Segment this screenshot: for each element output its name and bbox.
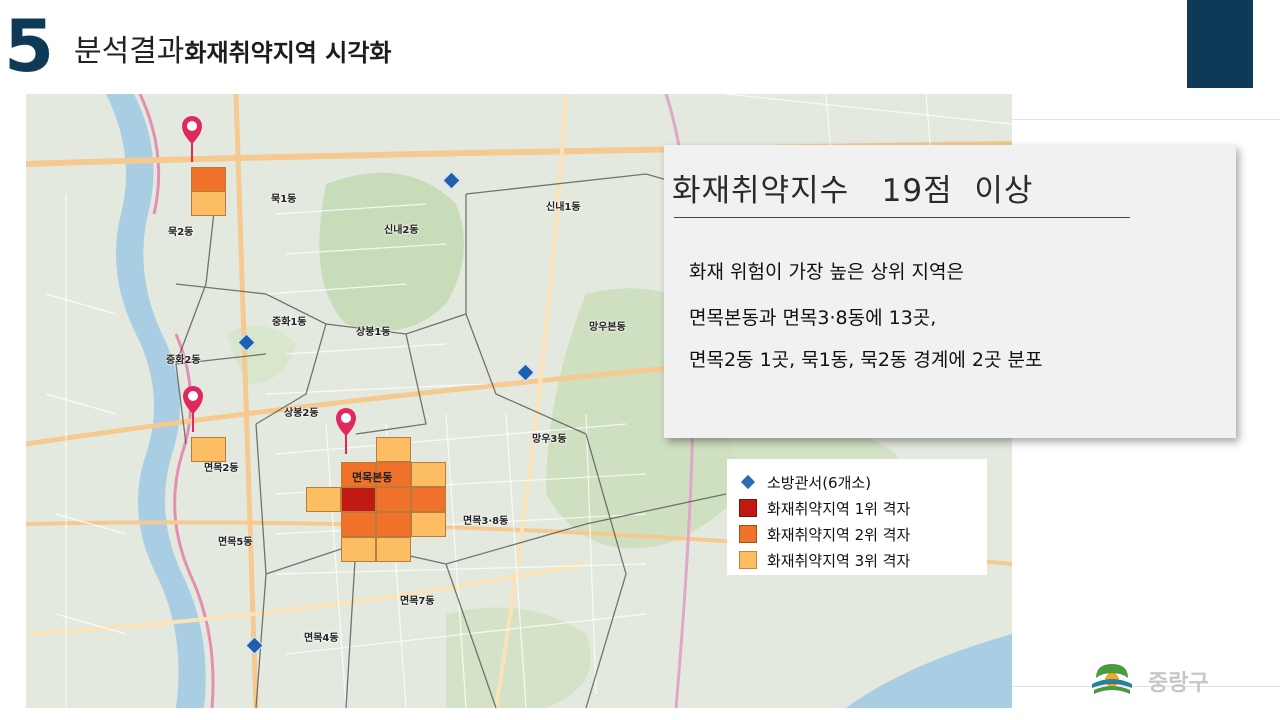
district-label: 중화2동 [166,355,201,366]
jungnang-gu-logo-icon [1092,664,1132,694]
grid-cell-rank3[interactable] [411,512,446,537]
district-label: 신내1동 [546,202,581,213]
legend-swatch-rank2 [739,525,757,543]
district-label: 상봉1동 [356,327,391,338]
corner-accent-block [1187,0,1253,88]
map-legend: 소방관서(6개소) 화재취약지역 1위 격자 화재취약지역 2위 격자 화재취약… [727,459,987,575]
info-box-line: 면목2동 1곳, 묵1동, 묵2동 경계에 2곳 분포 [689,349,1043,371]
district-label: 면목3·8동 [463,516,509,527]
grid-cell-rank3[interactable] [341,537,376,562]
divider-line-bottom [1012,686,1280,687]
district-label: 면목5동 [218,537,253,548]
grid-cell-rank3[interactable] [306,487,341,512]
legend-label: 소방관서(6개소) [767,473,872,492]
legend-swatch-rank3 [739,551,757,569]
legend-label: 화재취약지역 1위 격자 [767,499,911,518]
page-title: 분석결과화재취약지역 시각화 [74,26,391,70]
legend-label: 화재취약지역 3위 격자 [767,551,911,570]
legend-item-rank3: 화재취약지역 3위 격자 [739,547,975,573]
district-label: 면목4동 [304,633,339,644]
location-pin-icon[interactable] [181,384,205,432]
legend-item-fire-station: 소방관서(6개소) [739,469,975,495]
title-main: 분석결과 [74,34,185,69]
grid-cell-rank3[interactable] [376,537,411,562]
district-label: 묵2동 [168,227,194,238]
district-label-highlight: 면목본동 [352,471,393,484]
grid-cell-rank2[interactable] [411,487,446,512]
legend-swatch-rank1 [739,499,757,517]
legend-item-rank2: 화재취약지역 2위 격자 [739,521,975,547]
grid-cell-rank3[interactable] [191,191,226,216]
grid-cell-rank2[interactable] [341,512,376,537]
grid-cell-rank2[interactable] [376,512,411,537]
info-box-line: 면목본동과 면목3·8동에 13곳, [689,307,937,329]
legend-label: 화재취약지역 2위 격자 [767,525,911,544]
district-label: 신내2동 [384,225,419,236]
grid-cell-rank2[interactable] [191,167,226,192]
section-number: 5 [4,4,54,88]
location-pin-icon[interactable] [334,406,358,454]
fire-station-icon [740,474,756,490]
district-label: 묵1동 [271,194,297,205]
info-box: 화재취약지수 19점 이상 화재 위험이 가장 높은 상위 지역은 면목본동과 … [664,145,1236,438]
grid-cell-rank1[interactable] [341,487,376,512]
legend-item-rank1: 화재취약지역 1위 격자 [739,495,975,521]
district-label: 망우3동 [532,434,567,445]
divider-line [1012,119,1280,120]
location-pin-icon[interactable] [180,114,204,162]
district-label: 중화1동 [272,317,307,328]
district-label: 면목7동 [400,596,435,607]
logo-text: 중랑구 [1148,671,1209,696]
grid-cell-rank3[interactable] [376,437,411,462]
grid-cell-rank2[interactable] [376,487,411,512]
district-label: 상봉2동 [284,408,319,419]
grid-cell-rank3[interactable] [411,462,446,487]
district-label: 망우본동 [589,322,626,333]
info-box-title: 화재취약지수 19점 이상 [672,173,1034,209]
title-sub: 화재취약지역 시각화 [184,39,392,67]
info-box-line: 화재 위험이 가장 높은 상위 지역은 [689,261,964,283]
info-box-divider [674,217,1130,218]
grid-cell-rank3[interactable] [191,437,226,462]
